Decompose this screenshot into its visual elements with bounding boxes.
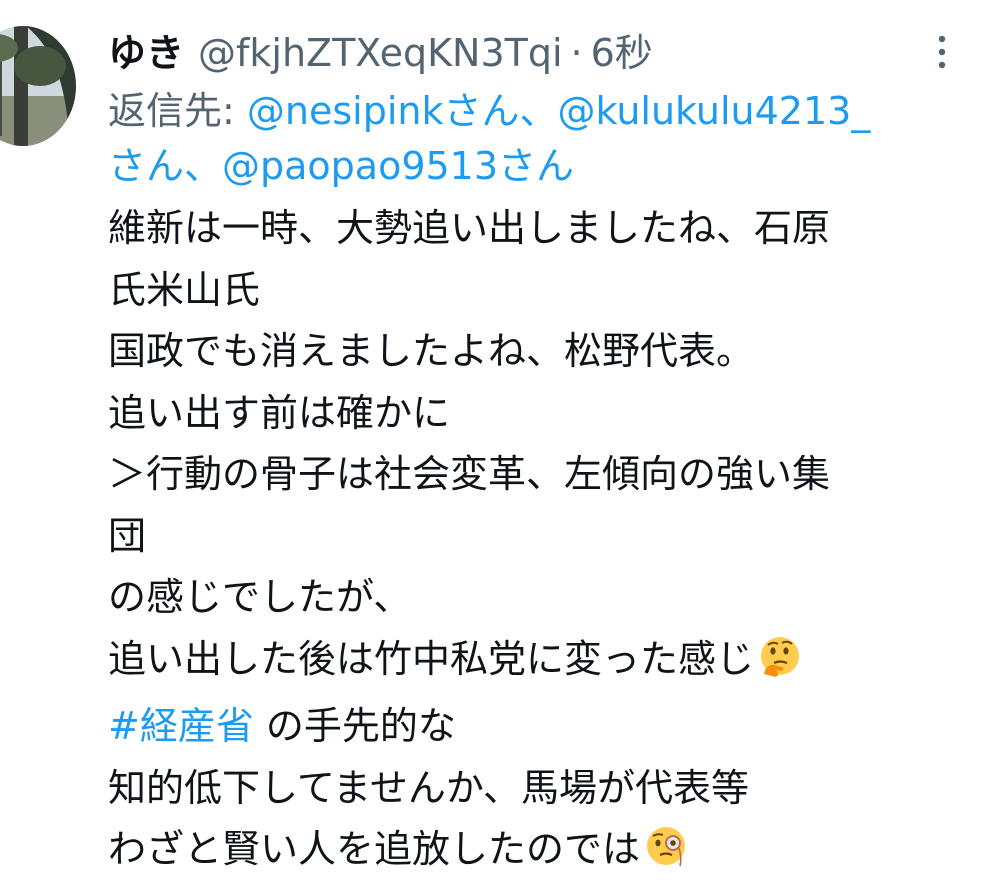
separator-dot: · <box>570 31 583 75</box>
body-line-with-hashtag: #経産省 の手先的な <box>108 696 978 758</box>
tweet-body: 維新は一時、大勢追い出しましたね、石原 氏米山氏 国政でも消えましたよね、松野代… <box>108 198 978 887</box>
hashtag-link[interactable]: #経産省 <box>108 704 254 748</box>
body-line: ＞行動の骨子は社会変革、左傾向の強い集 <box>108 452 831 496</box>
mention-kulukulu4213[interactable]: @kulukulu4213_ <box>557 89 870 133</box>
body-line: 知的低下してませんか、馬場が代表等 <box>108 765 750 810</box>
body-line: の感じでしたが、 <box>108 575 412 619</box>
author-name[interactable]: ゆき <box>108 22 184 77</box>
avatar[interactable] <box>0 26 76 146</box>
body-line-text: 追い出した後は竹中私党に変った感じ <box>108 636 755 681</box>
tweet-header: ゆき @fkjhZTXeqKN3Tqi · 6秒 <box>108 22 978 82</box>
thinking-face-icon <box>758 634 802 697</box>
body-line: 維新は一時、大勢追い出しましたね、石原 <box>108 206 831 250</box>
body-line: 追い出す前は確かに <box>108 390 451 435</box>
tweet-content: ゆき @fkjhZTXeqKN3Tqi · 6秒 返信先: @nesipinkさ… <box>108 22 978 887</box>
tweet[interactable]: ゆき @fkjhZTXeqKN3Tqi · 6秒 返信先: @nesipinkさ… <box>0 0 1000 894</box>
body-line-text: の手先的な <box>253 704 456 748</box>
body-line: 団 <box>108 513 147 558</box>
mention-kulukulu4213-suffix[interactable]: さん、 <box>108 144 222 188</box>
reply-to-line: 返信先: @nesipinkさん、@kulukulu4213_ さん、@paopa… <box>108 84 978 194</box>
face-with-monocle-icon <box>644 824 688 887</box>
author-handle[interactable]: @fkjhZTXeqKN3Tqi <box>198 31 563 75</box>
mention-nesipink[interactable]: @nesipinkさん、 <box>247 89 558 133</box>
mention-paopao9513[interactable]: @paopao9513さん <box>222 144 574 188</box>
body-line-text: わざと賢い人を追放したのでは <box>108 827 641 871</box>
reply-to-prefix: 返信先: <box>108 89 247 133</box>
body-line-with-emoji: 追い出した後は竹中私党に変った感じ <box>108 629 978 697</box>
timestamp[interactable]: 6秒 <box>591 22 653 77</box>
body-line: 氏米山氏 <box>108 267 261 312</box>
body-line-with-emoji: わざと賢い人を追放したのでは <box>108 819 978 887</box>
body-line: 国政でも消えましたよね、松野代表。 <box>108 329 755 373</box>
